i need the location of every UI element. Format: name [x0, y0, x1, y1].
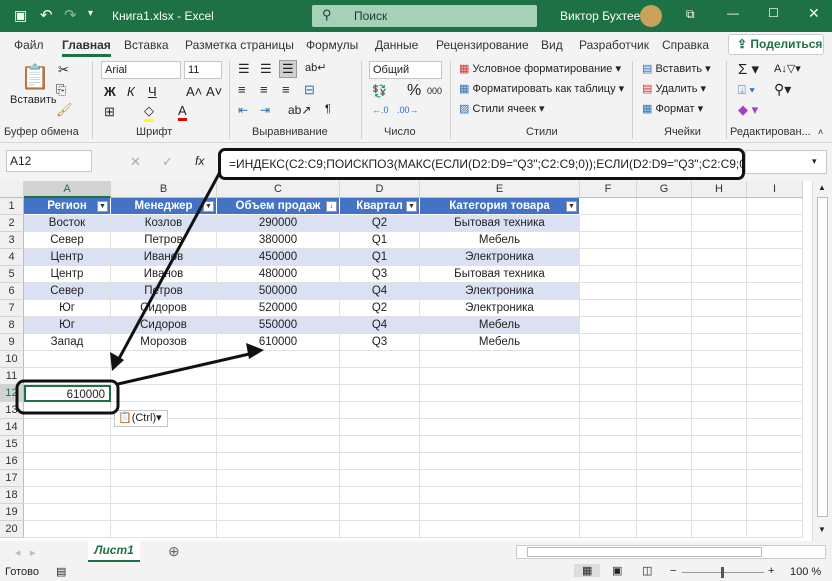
- add-sheet-icon[interactable]: ⊕: [168, 543, 180, 560]
- sheet-tabs-bar: ◂ ▸ Лист1 Лист1 Лист1 ⊕: [0, 540, 832, 563]
- status-ready: Готово: [5, 566, 39, 578]
- scroll-thumb[interactable]: [527, 547, 762, 557]
- zoom-out-icon[interactable]: −: [670, 565, 676, 577]
- accessibility-icon[interactable]: ▤: [56, 565, 66, 578]
- highlight-box-result: [15, 379, 120, 415]
- annotation-arrows: [15, 171, 264, 415]
- zoom-slider-thumb[interactable]: [721, 567, 724, 578]
- arrowhead: [246, 343, 264, 359]
- sheet-tab-main[interactable]: [56, 540, 88, 562]
- status-bar: Готово ▤ ▦ ▣ ◫ − + 100 %: [0, 563, 832, 581]
- zoom-level[interactable]: 100 %: [790, 566, 821, 578]
- prev-sheet-icon[interactable]: ◂: [15, 546, 21, 559]
- zoom-in-icon[interactable]: +: [768, 565, 774, 577]
- zoom-slider[interactable]: [682, 567, 764, 578]
- next-sheet-icon[interactable]: ▸: [30, 546, 36, 559]
- horizontal-scrollbar[interactable]: [516, 545, 826, 559]
- normal-view-icon[interactable]: ▦: [574, 564, 601, 577]
- arrow-cell-to-source: [117, 350, 259, 386]
- page-break-view-icon[interactable]: ◫: [642, 564, 652, 577]
- page-layout-view-icon[interactable]: ▣: [612, 564, 622, 577]
- arrow-formula-to-cell: [113, 171, 222, 367]
- sheet-tab-current[interactable]: Лист1: [88, 540, 140, 562]
